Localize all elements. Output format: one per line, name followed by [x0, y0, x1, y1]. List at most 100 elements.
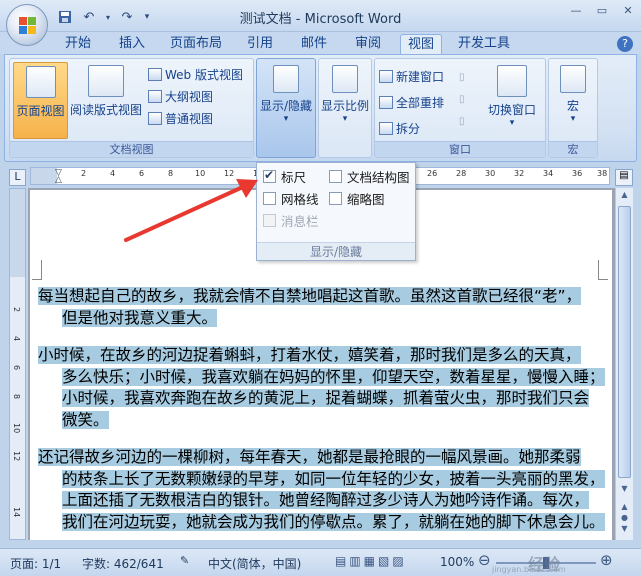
status-bar: 页面: 1/1 字数: 462/641 ✎ 中文(简体，中国) ▤▥▦▧▨ 10… — [0, 548, 641, 576]
draft-icon — [148, 111, 162, 125]
paragraph[interactable]: 还记得故乡河边的一棵柳树，每年春天，她都是最抢眼的一幅风景画。她那柔弱 的枝条上… — [38, 447, 608, 533]
new-window-icon — [379, 69, 393, 83]
side-by-side-icons: ▯ ▯ ▯ — [459, 72, 465, 127]
tab-view[interactable]: 视图 — [400, 34, 442, 54]
chevron-down-icon: ▾ — [570, 114, 576, 124]
tab-page-layout[interactable]: 页面布局 — [164, 34, 228, 54]
show-hide-dropdown: 标尺 文档结构图 网格线 缩略图 消息栏 显示/隐藏 — [256, 162, 416, 261]
message-bar-checkbox-item: 消息栏 — [263, 211, 319, 230]
split-icon — [379, 121, 393, 135]
tab-review[interactable]: 审阅 — [346, 34, 390, 54]
zoom-button[interactable]: 显示比例 ▾ — [318, 58, 372, 158]
print-layout-icon — [25, 66, 56, 98]
thumbnails-checkbox-item[interactable]: 缩略图 — [329, 189, 385, 208]
scroll-thumb[interactable] — [618, 206, 631, 478]
close-button[interactable]: ✕ — [615, 0, 641, 20]
macros-icon — [560, 65, 586, 93]
tab-insert[interactable]: 插入 — [110, 34, 154, 54]
paragraph[interactable]: 小时候，在故乡的河边捉着蝌蚪，打着水仗，嬉笑着，那时我们是多么的天真， 多么快乐… — [38, 345, 608, 431]
vertical-scrollbar[interactable]: ▲ ▼ ▲ ● ▼ — [615, 188, 633, 540]
tab-developer[interactable]: 开发工具 — [452, 34, 516, 54]
ruler-checkbox-item[interactable]: 标尺 — [263, 167, 306, 186]
document-map-checkbox-item[interactable]: 文档结构图 — [329, 167, 410, 186]
ruler-tick: 32 — [514, 169, 525, 178]
reading-view-icon — [88, 65, 124, 97]
group-document-views: 页面视图 阅读版式视图 Web 版式视图 大纲视图 普通视图 文档视图 — [9, 58, 254, 158]
hanging-indent-marker[interactable]: △ — [55, 175, 62, 185]
chevron-down-icon: ▾ — [342, 114, 348, 124]
zoom-level[interactable]: 100% — [440, 555, 474, 569]
split-button[interactable]: 拆分 — [379, 119, 420, 137]
maximize-button[interactable]: ▭ — [589, 0, 615, 20]
ruler-tick: 6 — [12, 365, 21, 371]
help-icon[interactable]: ? — [617, 36, 633, 52]
office-logo-icon — [19, 17, 36, 34]
macros-button[interactable]: 宏 ▾ — [549, 62, 597, 139]
gridlines-checkbox-item[interactable]: 网格线 — [263, 189, 319, 208]
page-count[interactable]: 页面: 1/1 — [10, 555, 61, 572]
scroll-down-icon[interactable]: ▼ — [618, 484, 631, 497]
minimize-button[interactable]: — — [563, 0, 589, 20]
checkbox[interactable] — [329, 192, 342, 205]
previous-page-icon[interactable]: ▲ — [618, 502, 631, 512]
new-window-button[interactable]: 新建窗口 — [379, 67, 444, 85]
group-window: 新建窗口 全部重排 拆分 ▯ ▯ ▯ 切换窗口 ▾ 窗口 — [374, 58, 546, 158]
proofing-icon[interactable]: ✎ — [180, 554, 189, 567]
switch-windows-icon — [497, 65, 527, 97]
tab-mailings[interactable]: 邮件 — [292, 34, 336, 54]
tab-references[interactable]: 引用 — [238, 34, 282, 54]
outline-icon — [148, 89, 162, 103]
view-buttons-icons[interactable]: ▤▥▦▧▨ — [335, 554, 407, 568]
browse-object-icon[interactable]: ● — [618, 513, 631, 523]
switch-windows-button[interactable]: 切换窗口 ▾ — [481, 62, 543, 139]
checkbox[interactable] — [329, 170, 342, 183]
group-macros: 宏 ▾ 宏 — [548, 58, 598, 158]
ruler-tick: 10 — [12, 423, 21, 434]
vertical-ruler[interactable]: 2 4 6 8 10 12 14 — [9, 188, 26, 540]
web-layout-button[interactable]: Web 版式视图 — [148, 65, 243, 83]
office-button[interactable] — [6, 4, 48, 46]
ruler-tick: 34 — [543, 169, 554, 178]
show-hide-button[interactable]: 显示/隐藏 ▾ — [256, 58, 316, 158]
zoom-icon — [332, 65, 358, 93]
language-indicator[interactable]: 中文(简体，中国) — [208, 555, 301, 572]
ruler-tick: 30 — [485, 169, 496, 178]
window-controls: — ▭ ✕ — [563, 0, 641, 20]
paragraph[interactable]: 每当想起自己的故乡，我就会情不自禁地唱起这首歌。虽然这首歌已经很“老”， 但是他… — [38, 286, 608, 329]
ruler-tick: 8 — [12, 394, 21, 400]
ruler-tick: 4 — [110, 169, 116, 178]
word-count[interactable]: 字数: 462/641 — [82, 555, 164, 572]
ruler-tick: 2 — [12, 307, 21, 313]
view-ruler-icon[interactable]: ▤ — [615, 169, 633, 186]
ruler-tick: 28 — [456, 169, 467, 178]
red-arrow-icon — [124, 179, 258, 242]
margin-corner-mark — [598, 260, 608, 280]
chevron-down-icon: ▾ — [283, 114, 289, 124]
ribbon: 页面视图 阅读版式视图 Web 版式视图 大纲视图 普通视图 文档视图 显示/隐… — [4, 54, 637, 162]
ruler-tick: 36 — [572, 169, 583, 178]
margin-corner-mark — [32, 260, 42, 280]
ruler-tick: 12 — [12, 451, 21, 462]
arrange-all-button[interactable]: 全部重排 — [379, 93, 444, 111]
draft-button[interactable]: 普通视图 — [148, 109, 213, 127]
tab-home[interactable]: 开始 — [56, 34, 100, 54]
group-label: 文档视图 — [10, 141, 253, 157]
ribbon-tabs: 开始 插入 页面布局 引用 邮件 审阅 视图 开发工具 — [0, 32, 641, 54]
print-layout-button[interactable]: 页面视图 — [13, 62, 68, 139]
dropdown-footer-label: 显示/隐藏 — [257, 242, 415, 260]
ruler-tick: 38 — [597, 169, 608, 178]
outline-button[interactable]: 大纲视图 — [148, 87, 213, 105]
group-label: 宏 — [549, 141, 597, 157]
ruler-tick: 26 — [427, 169, 438, 178]
tab-selector-button[interactable]: L — [9, 169, 26, 186]
next-page-icon[interactable]: ▼ — [618, 524, 631, 534]
ruler-tick: 2 — [81, 169, 87, 178]
chevron-down-icon: ▾ — [509, 118, 515, 128]
ruler-margin-top — [10, 189, 25, 277]
scroll-up-icon[interactable]: ▲ — [618, 190, 631, 203]
window-title: 测试文档 - Microsoft Word — [239, 12, 402, 27]
group-label: 窗口 — [375, 141, 545, 157]
arrange-all-icon — [379, 95, 393, 109]
ruler-tick: 14 — [12, 507, 21, 518]
full-screen-reading-button[interactable]: 阅读版式视图 — [70, 62, 142, 139]
